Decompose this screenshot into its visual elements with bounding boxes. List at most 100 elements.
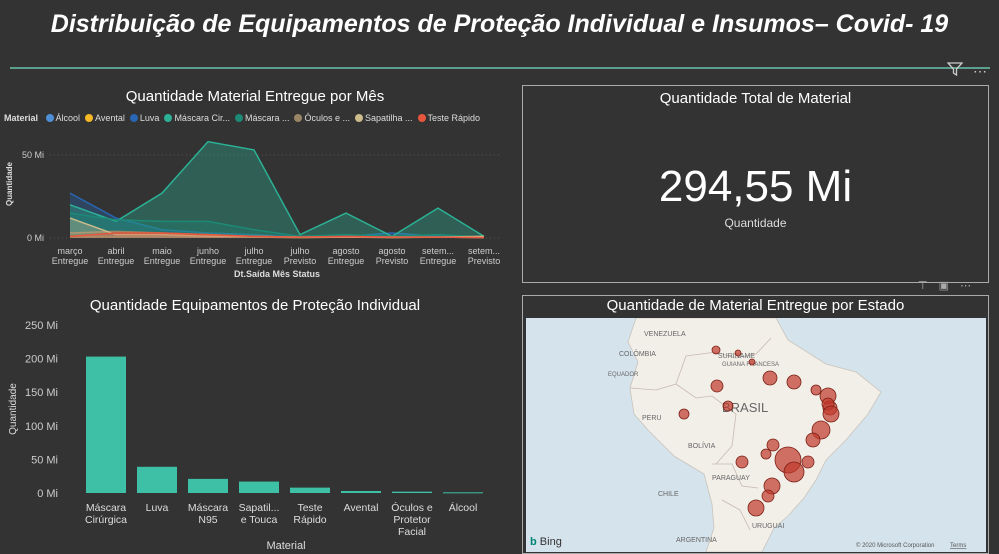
map-country-label: PERU	[642, 415, 661, 422]
y-tick-label: 100 Mi	[25, 421, 58, 433]
map-country-label: ARGENTINA	[676, 537, 717, 544]
map-country-label: COLÔMBIA	[619, 349, 656, 358]
legend-label: Álcool	[55, 113, 81, 123]
map-terms-link[interactable]: Terms	[950, 543, 966, 549]
state-bubble[interactable]	[801, 455, 815, 469]
legend-label: Máscara Cir...	[174, 113, 230, 123]
x-tick-label: junho	[196, 246, 219, 256]
bing-icon: b	[530, 536, 537, 548]
x-tick-label: março	[57, 246, 82, 256]
legend-item[interactable]: Avental	[85, 113, 125, 123]
bar-chart-title: Quantidade Equipamentos de Proteção Indi…	[89, 297, 421, 314]
state-bubble[interactable]	[722, 400, 734, 412]
x-tick-label: Entregue	[420, 256, 457, 266]
x-axis-label: Dt.Saída Mês Status	[234, 269, 320, 279]
bar[interactable]	[239, 481, 279, 493]
total-material-card: Quantidade Total de Material 294,55 Mi Q…	[522, 85, 989, 283]
state-bubble[interactable]	[822, 405, 840, 423]
bar[interactable]	[137, 466, 177, 493]
more-options-icon-2[interactable]: ⋯	[960, 280, 971, 292]
x-tick-label: e Touca	[241, 514, 278, 526]
y-tick-label: 150 Mi	[25, 387, 58, 399]
legend-item[interactable]: Óculos e ...	[294, 113, 350, 123]
legend-swatch	[85, 114, 94, 122]
state-bubble[interactable]	[710, 379, 724, 393]
map-title: Quantidade de Material Entregue por Esta…	[606, 297, 905, 314]
x-tick-label: N95	[198, 514, 217, 526]
page-title: Distribuição de Equipamentos de Proteção…	[50, 10, 949, 38]
map-attribution: © 2020 Microsoft Corporation	[856, 542, 934, 549]
x-tick-label: Previsto	[468, 256, 501, 266]
state-bubble[interactable]	[783, 461, 805, 483]
x-tick-label: julho	[243, 246, 263, 256]
legend-item[interactable]: Máscara Cir...	[164, 113, 230, 123]
state-bubble[interactable]	[761, 489, 775, 503]
state-bubble[interactable]	[748, 358, 756, 366]
x-tick-label: Entregue	[236, 256, 273, 266]
more-options-icon[interactable]: ⋯	[973, 63, 987, 79]
bar[interactable]	[290, 487, 330, 493]
x-tick-label: abril	[107, 246, 124, 256]
state-bubble[interactable]	[766, 438, 780, 452]
legend-label: Óculos e ...	[304, 113, 350, 123]
state-bubble[interactable]	[735, 455, 749, 469]
state-bubble[interactable]	[760, 448, 772, 460]
bar[interactable]	[188, 478, 228, 493]
state-bubble[interactable]	[711, 345, 721, 355]
x-tick-label: Teste	[297, 502, 322, 514]
bar[interactable]	[392, 491, 432, 493]
x-tick-label: Avental	[344, 502, 379, 514]
x-tick-label: Entregue	[190, 256, 227, 266]
legend-title: Material	[4, 113, 39, 123]
legend-item[interactable]: Sapatilha ...	[355, 113, 413, 123]
filter-icon[interactable]	[946, 62, 967, 79]
map-country-label: EQUADOR	[608, 372, 639, 378]
legend-label: Máscara ...	[244, 113, 290, 123]
y-axis-label: Quantidade	[5, 161, 14, 206]
legend-label: Sapatilha ...	[365, 113, 413, 123]
x-tick-label: Entregue	[144, 256, 181, 266]
bar[interactable]	[86, 356, 126, 493]
x-tick-label: Protetor	[393, 514, 431, 526]
state-bubble[interactable]	[810, 384, 822, 396]
y-tick-label: 0 Mi	[37, 488, 58, 500]
x-tick-label: setem...	[422, 246, 454, 256]
legend-label: Teste Rápido	[427, 113, 481, 123]
legend-item[interactable]: Álcool	[45, 113, 81, 123]
focus-mode-icon[interactable]: ▣	[939, 280, 949, 292]
state-bubble[interactable]	[786, 374, 802, 390]
area-chart[interactable]: 0 Mi50 MiQuantidademarçoEntregueabrilEnt…	[0, 124, 520, 284]
bar-chart[interactable]: 0 Mi 50 Mi 100 Mi 150 Mi 200 Mi 250 Mi Quantid…	[0, 314, 510, 554]
bar[interactable]	[443, 492, 483, 494]
x-tick-label: Álcool	[449, 501, 478, 514]
x-tick-label: Entregue	[52, 256, 89, 266]
x-tick-label: agosto	[378, 246, 405, 256]
legend-swatch	[45, 114, 54, 122]
bing-label: Bing	[539, 536, 562, 548]
map-country-label: BOLÍVIA	[688, 441, 716, 450]
x-tick-label: Máscara	[188, 502, 228, 514]
legend-swatch	[294, 114, 303, 122]
visual-header-icons: ⋯	[941, 62, 987, 80]
bar[interactable]	[341, 490, 381, 493]
state-bubble[interactable]	[734, 349, 742, 357]
map-country-label: PARAGUAY	[712, 475, 750, 482]
kpi-label: Quantidade	[724, 216, 787, 230]
state-bubble[interactable]	[762, 370, 778, 386]
legend-item[interactable]: Teste Rápido	[417, 113, 481, 123]
legend-item[interactable]: Máscara ...	[234, 113, 290, 123]
state-bubble[interactable]	[678, 408, 690, 420]
x-tick-label: Óculos e	[391, 501, 433, 514]
state-bubble[interactable]	[805, 432, 821, 448]
area-chart-title: Quantidade Material Entregue por Mês	[125, 88, 385, 105]
x-tick-label: julho	[289, 246, 309, 256]
kpi-title: Quantidade Total de Material	[659, 90, 852, 107]
legend-label: Luva	[139, 113, 160, 123]
x-tick-label: Previsto	[376, 256, 409, 266]
legend-item[interactable]: Luva	[129, 113, 160, 123]
state-bubble[interactable]	[747, 499, 765, 517]
bing-logo: b Bing	[530, 536, 562, 548]
state-map[interactable]: VENEZUELA COLÔMBIA SURINAME GUIANA FRANC…	[526, 318, 986, 552]
pin-icon[interactable]: ⊤	[918, 280, 928, 292]
legend-swatch	[417, 114, 426, 122]
